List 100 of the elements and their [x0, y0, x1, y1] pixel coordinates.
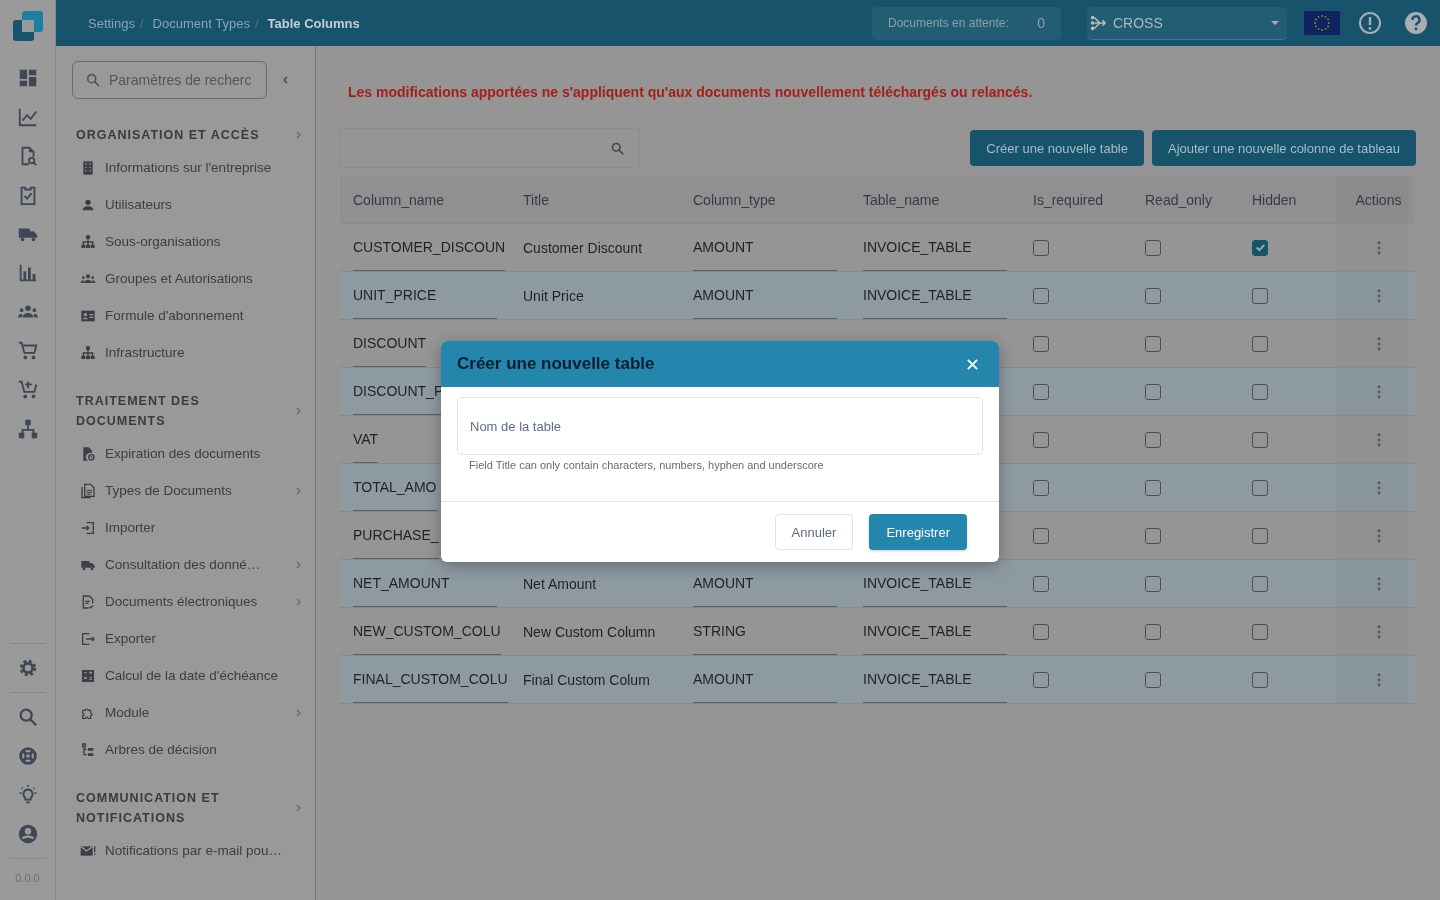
- close-icon[interactable]: [966, 357, 979, 371]
- section-heading[interactable]: COMMUNICATION ET NOTIFICATIONS: [72, 788, 303, 828]
- column-header[interactable]: Hidden: [1252, 191, 1297, 208]
- more-icon[interactable]: [1376, 240, 1381, 255]
- lifebuoy-icon[interactable]: [16, 745, 39, 767]
- checkbox[interactable]: [1033, 431, 1049, 448]
- cart-plus-icon[interactable]: [16, 379, 39, 401]
- checkbox[interactable]: [1033, 527, 1049, 544]
- table-search-field[interactable]: [340, 128, 640, 168]
- checkbox[interactable]: [1033, 671, 1049, 688]
- pending-label: Documents en attente:: [888, 16, 1009, 30]
- line-chart-icon[interactable]: [16, 106, 39, 128]
- sidebar-item[interactable]: Infrastructure: [72, 334, 303, 371]
- primary-button[interactable]: Ajouter une nouvelle colonne de tableau: [1152, 130, 1416, 166]
- cart-icon[interactable]: [16, 340, 39, 362]
- organization-select[interactable]: CROSS: [1087, 6, 1287, 40]
- cancel-button[interactable]: Annuler: [774, 514, 854, 550]
- section-heading[interactable]: ORGANISATION ET ACCÈS: [72, 125, 303, 145]
- checkbox[interactable]: [1033, 287, 1049, 304]
- sidebar-item[interactable]: Groupes et Autorisations: [72, 260, 303, 297]
- checkbox[interactable]: [1252, 431, 1268, 448]
- checkbox[interactable]: [1033, 575, 1049, 592]
- sidebar-item[interactable]: Expiration des documents: [72, 435, 303, 472]
- column-header[interactable]: Table_name: [863, 191, 940, 208]
- more-icon[interactable]: [1376, 576, 1381, 591]
- primary-button[interactable]: Créer une nouvelle table: [970, 130, 1144, 166]
- checkbox[interactable]: [1145, 575, 1161, 592]
- more-icon[interactable]: [1376, 336, 1381, 351]
- more-icon[interactable]: [1376, 624, 1381, 639]
- sidebar-item[interactable]: Formule d'abonnement: [72, 297, 303, 334]
- save-button[interactable]: Enregistrer: [869, 514, 967, 550]
- checkbox[interactable]: [1145, 431, 1161, 448]
- checkbox[interactable]: [1252, 527, 1268, 544]
- sidebar-item[interactable]: Sous-organisations: [72, 223, 303, 260]
- branch-icon: [1089, 13, 1107, 32]
- sidebar-item[interactable]: Utilisateurs: [72, 186, 303, 223]
- account-icon[interactable]: [16, 823, 39, 845]
- more-icon[interactable]: [1376, 528, 1381, 543]
- table-cell: AMOUNT: [693, 272, 837, 319]
- table-cell-text: Unit Price: [523, 286, 585, 306]
- checkbox[interactable]: [1145, 335, 1161, 352]
- checkbox[interactable]: [1033, 239, 1049, 256]
- more-icon[interactable]: [1376, 672, 1381, 687]
- checkbox[interactable]: [1033, 479, 1049, 496]
- section-heading[interactable]: TRAITEMENT DES DOCUMENTS: [72, 391, 303, 431]
- checkbox[interactable]: [1145, 479, 1161, 496]
- column-header[interactable]: Column_type: [693, 191, 776, 208]
- table-cell: CUSTOMER_DISCOUN: [353, 224, 506, 271]
- breadcrumb-link[interactable]: Table Columns: [267, 15, 360, 31]
- checkbox[interactable]: [1252, 623, 1268, 640]
- checkbox[interactable]: [1033, 623, 1049, 640]
- table-cell: AMOUNT: [693, 656, 837, 703]
- more-icon[interactable]: [1376, 432, 1381, 447]
- table-cell: AMOUNT: [693, 224, 837, 271]
- column-header[interactable]: Read_only: [1145, 191, 1212, 208]
- checkbox[interactable]: [1252, 671, 1268, 688]
- sidebar-item[interactable]: Arbres de décision: [72, 731, 303, 768]
- checkbox[interactable]: [1145, 527, 1161, 544]
- checkbox[interactable]: [1252, 287, 1268, 304]
- alert-icon[interactable]: [1358, 11, 1382, 35]
- column-header[interactable]: Column_name: [353, 191, 445, 208]
- table-cell: NEW_CUSTOM_COLU: [353, 608, 501, 655]
- checkbox[interactable]: [1252, 383, 1268, 400]
- network-icon[interactable]: [16, 418, 39, 440]
- settings-search-field[interactable]: Paramètres de recherc: [72, 61, 267, 99]
- sidebar-item[interactable]: Types de Documents: [72, 472, 303, 509]
- more-icon[interactable]: [1376, 288, 1381, 303]
- checkbox[interactable]: [1252, 335, 1268, 352]
- sidebar-item[interactable]: Notifications par e-mail pou…: [72, 832, 303, 869]
- checkbox[interactable]: [1145, 671, 1161, 688]
- check-icon: [1253, 241, 1267, 254]
- sidebar-item[interactable]: Exporter: [72, 620, 303, 657]
- checkbox[interactable]: [1145, 623, 1161, 640]
- checkbox[interactable]: [1145, 239, 1161, 256]
- breadcrumb-link[interactable]: Settings: [88, 15, 135, 31]
- breadcrumb-separator: /: [254, 15, 259, 31]
- sidebar-item[interactable]: Informations sur l'entreprise: [72, 149, 303, 186]
- breadcrumb-link[interactable]: Document Types: [152, 15, 250, 31]
- tree-icon: [80, 741, 96, 758]
- sidebar-item[interactable]: Module: [72, 694, 303, 731]
- sidebar-item[interactable]: Documents électroniques: [72, 583, 303, 620]
- checkbox[interactable]: [1033, 383, 1049, 400]
- checkbox[interactable]: [1252, 479, 1268, 496]
- table-cell-text: New Custom Column: [523, 622, 657, 642]
- checkbox[interactable]: [1252, 239, 1268, 256]
- column-header[interactable]: Is_required: [1033, 191, 1104, 208]
- flag-icon[interactable]: [1304, 11, 1340, 35]
- checkbox[interactable]: [1252, 575, 1268, 592]
- sidebar-item[interactable]: Consultation des donné…: [72, 546, 303, 583]
- more-icon[interactable]: [1376, 384, 1381, 399]
- help-icon[interactable]: [1404, 11, 1428, 35]
- pending-count: 0: [1037, 15, 1045, 31]
- table-name-field[interactable]: Nom de la table: [457, 397, 983, 455]
- checkbox[interactable]: [1033, 335, 1049, 352]
- sidebar-item[interactable]: Calcul de la date d'échéance: [72, 657, 303, 694]
- checkbox[interactable]: [1145, 383, 1161, 400]
- checkbox[interactable]: [1145, 287, 1161, 304]
- column-header[interactable]: Title: [523, 191, 549, 208]
- more-icon[interactable]: [1376, 480, 1381, 495]
- sidebar-item[interactable]: Importer: [72, 509, 303, 546]
